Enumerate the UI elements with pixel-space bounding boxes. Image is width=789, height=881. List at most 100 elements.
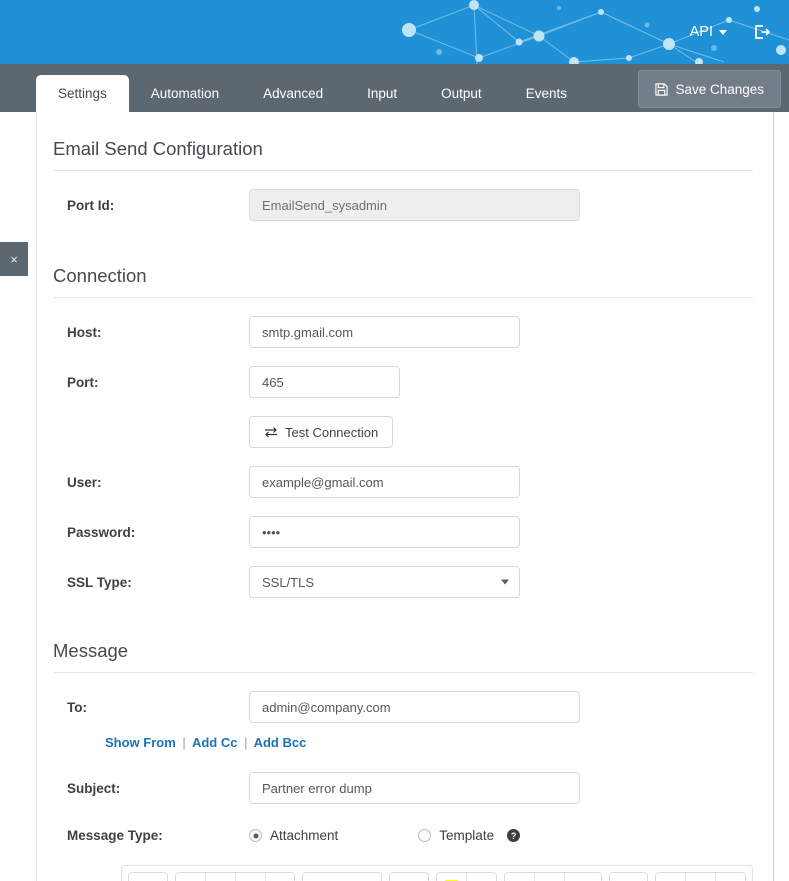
rich-text-editor-toolbar: B I U Segoe UI <box>121 865 753 881</box>
floppy-disk-icon <box>655 82 669 96</box>
italic-icon[interactable]: I <box>205 873 236 881</box>
port-id-row: Port Id: EmailSend_sysadmin <box>37 189 773 221</box>
port-row: Port: 465 <box>37 366 773 398</box>
connection-divider <box>53 297 753 298</box>
port-value: 465 <box>262 374 284 390</box>
port-label: Port: <box>67 374 99 390</box>
app-header: API <box>0 0 789 64</box>
message-type-row: Message Type: Attachment Template ? <box>37 828 773 843</box>
recipient-links: Show From | Add Cc | Add Bcc <box>37 735 773 750</box>
port-id-input[interactable]: EmailSend_sysadmin <box>249 189 580 221</box>
tab-output[interactable]: Output <box>419 76 504 112</box>
ssl-type-row: SSL Type: SSL/TLS <box>37 566 773 598</box>
toolbar-row-1: B I U Segoe UI <box>128 872 746 881</box>
password-value: •••• <box>262 524 281 540</box>
image-icon[interactable] <box>685 873 716 881</box>
page-title: Email Send Configuration <box>53 138 263 159</box>
add-bcc-link[interactable]: Add Bcc <box>254 735 307 750</box>
video-icon[interactable] <box>715 873 745 881</box>
test-connection-button[interactable]: Test Connection <box>249 416 394 448</box>
radio-template-indicator <box>418 829 432 842</box>
radio-attachment[interactable]: Attachment <box>249 828 338 843</box>
ssl-type-label: SSL Type: <box>67 574 132 590</box>
tab-automation[interactable]: Automation <box>129 76 241 112</box>
port-input[interactable]: 465 <box>249 366 400 398</box>
to-input[interactable]: admin@company.com <box>249 691 580 723</box>
to-value: admin@company.com <box>262 699 391 715</box>
user-input[interactable]: example@gmail.com <box>249 466 520 498</box>
test-connection-row: Test Connection <box>37 416 773 448</box>
toolbar-group-lists: 1 2 <box>504 872 603 881</box>
api-menu-button[interactable]: API <box>690 24 727 40</box>
host-value: smtp.gmail.com <box>262 324 354 340</box>
password-input[interactable]: •••• <box>249 516 520 548</box>
user-label: User: <box>67 474 102 490</box>
add-cc-link[interactable]: Add Cc <box>192 735 238 750</box>
radio-attachment-indicator <box>249 829 262 842</box>
text-color-dropdown[interactable] <box>466 873 497 881</box>
radio-template[interactable]: Template ? <box>418 828 521 843</box>
test-connection-label: Test Connection <box>285 424 379 440</box>
tab-events[interactable]: Events <box>504 76 589 112</box>
message-divider <box>53 672 753 673</box>
sidebar-collapse-toggle[interactable]: × <box>0 242 28 276</box>
underline-icon[interactable]: U <box>235 873 266 881</box>
user-row: User: example@gmail.com <box>37 466 773 498</box>
tab-advanced[interactable]: Advanced <box>241 76 345 112</box>
message-type-radio-group: Attachment Template ? <box>249 828 521 843</box>
unordered-list-icon[interactable] <box>505 873 536 881</box>
toolbar-group-insert <box>654 872 746 881</box>
font-size-dropdown[interactable]: 13 <box>389 873 428 881</box>
user-value: example@gmail.com <box>262 474 384 490</box>
password-label: Password: <box>67 524 136 540</box>
tab-bar: Settings Automation Advanced Input Outpu… <box>0 64 789 112</box>
title-divider <box>53 170 753 171</box>
bold-icon[interactable]: B <box>175 873 206 881</box>
toolbar-group-size: 13 <box>388 872 429 881</box>
magic-wand-icon[interactable] <box>129 873 167 881</box>
message-type-label: Message Type: <box>67 828 163 843</box>
toolbar-group-style <box>128 872 168 881</box>
tab-label: Input <box>367 86 398 101</box>
to-row: To: admin@company.com <box>37 691 773 723</box>
toolbar-group-font: Segoe UI <box>302 872 382 881</box>
right-divider <box>773 112 774 881</box>
subject-label: Subject: <box>67 780 121 796</box>
tab-label: Advanced <box>263 86 324 101</box>
tab-label: Automation <box>150 86 220 101</box>
host-label: Host: <box>67 324 102 340</box>
host-row: Host: smtp.gmail.com <box>37 316 773 348</box>
close-icon: × <box>10 251 18 267</box>
tab-input[interactable]: Input <box>345 76 419 112</box>
tab-label: Settings <box>58 86 107 101</box>
port-id-label: Port Id: <box>67 197 115 213</box>
text-highlight-icon[interactable]: A <box>436 873 467 881</box>
toolbar-group-color: A <box>435 872 498 881</box>
password-row: Password: •••• <box>37 516 773 548</box>
link-icon[interactable] <box>655 873 686 881</box>
help-icon[interactable]: ? <box>507 829 521 842</box>
show-from-link[interactable]: Show From <box>105 735 176 750</box>
tab-settings[interactable]: Settings <box>36 75 129 112</box>
settings-form: Email Send Configuration Port Id: EmailS… <box>37 112 773 881</box>
exchange-arrows-icon <box>265 427 277 438</box>
link-separator: | <box>244 735 248 750</box>
message-section-title: Message <box>53 640 129 661</box>
ordered-list-icon[interactable]: 1 2 <box>535 873 566 881</box>
table-icon[interactable] <box>610 873 647 881</box>
remove-format-icon[interactable] <box>265 873 295 881</box>
save-changes-button[interactable]: Save Changes <box>638 70 781 108</box>
toolbar-group-format: B I U <box>174 872 296 881</box>
to-label: To: <box>67 699 87 715</box>
host-input[interactable]: smtp.gmail.com <box>249 316 520 348</box>
font-family-dropdown[interactable]: Segoe UI <box>303 873 381 881</box>
api-menu-label: API <box>689 24 713 40</box>
subject-input[interactable]: Partner error dump <box>249 772 580 804</box>
header-actions: API <box>690 0 771 64</box>
paragraph-align-icon[interactable] <box>565 873 602 881</box>
link-separator: | <box>182 735 186 750</box>
ssl-type-select[interactable]: SSL/TLS <box>249 566 520 598</box>
tab-label: Output <box>441 86 482 101</box>
logout-icon[interactable] <box>753 23 771 41</box>
toolbar-group-table <box>609 872 648 881</box>
